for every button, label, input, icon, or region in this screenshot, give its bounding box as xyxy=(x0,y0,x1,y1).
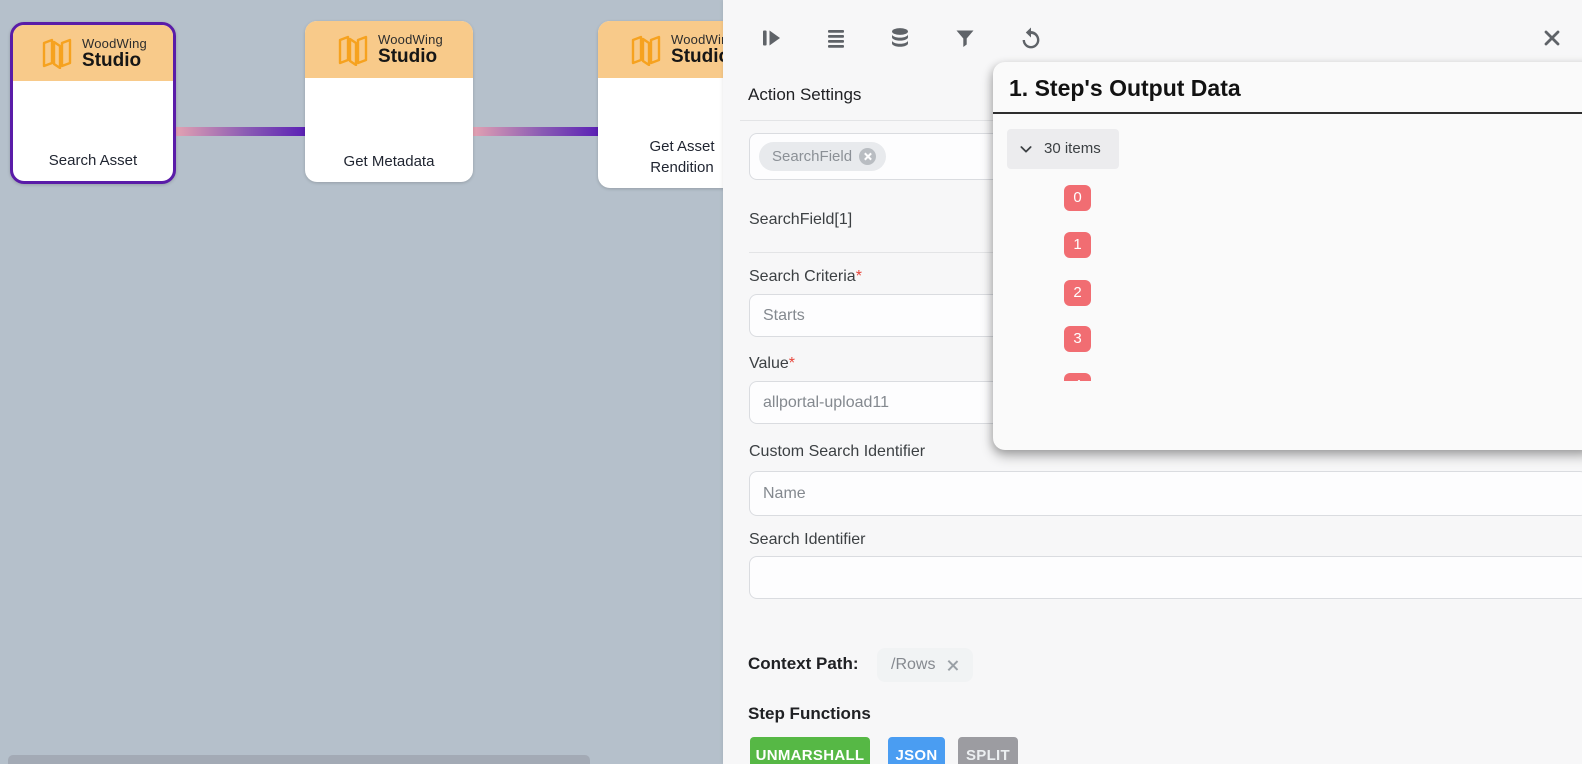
chip-label: SearchField xyxy=(772,148,852,165)
custom-search-identifier-label: Custom Search Identifier xyxy=(749,443,925,461)
item-index-badge: 4 xyxy=(1064,373,1091,381)
search-field-chip: SearchField xyxy=(759,142,886,171)
woodwing-logo-icon xyxy=(628,34,664,66)
brand-text: WoodWing Studio xyxy=(82,37,147,70)
context-path-label: Context Path: xyxy=(748,654,859,674)
workflow-canvas[interactable]: WoodWing Studio Search Asset WoodWing xyxy=(0,0,723,764)
item-index-badge[interactable]: 1 xyxy=(1064,232,1091,258)
brand-line2: Studio xyxy=(82,51,141,70)
search-field-group-label: SearchField[1] xyxy=(749,211,852,229)
brand-line1: WoodWing xyxy=(82,37,147,50)
search-identifier-label: Search Identifier xyxy=(749,531,866,549)
node-title: Search Asset xyxy=(13,150,173,171)
menu-icon[interactable] xyxy=(824,26,848,50)
filter-icon[interactable] xyxy=(953,26,977,50)
remove-chip-icon[interactable] xyxy=(859,148,876,165)
action-settings-heading: Action Settings xyxy=(748,85,861,105)
canvas-horizontal-scrollbar[interactable] xyxy=(8,755,590,764)
split-button[interactable]: SPLIT xyxy=(958,737,1018,764)
item-index-badge-clipped[interactable]: 4 xyxy=(1064,373,1091,381)
chevron-down-icon xyxy=(1018,141,1034,157)
custom-search-identifier-input[interactable] xyxy=(749,471,1582,516)
node-header: WoodWing Studio xyxy=(13,25,173,81)
undo-icon[interactable] xyxy=(1019,26,1043,50)
brand-line2: Studio xyxy=(378,47,437,66)
required-marker: * xyxy=(856,268,862,285)
item-index-badge[interactable]: 2 xyxy=(1064,280,1091,306)
items-count-label: 30 items xyxy=(1044,129,1101,169)
step-functions-heading: Step Functions xyxy=(748,704,871,724)
resume-icon[interactable] xyxy=(759,26,783,50)
search-criteria-label: Search Criteria* xyxy=(749,268,862,286)
items-collapse-toggle[interactable]: 30 items xyxy=(1007,129,1119,169)
item-index-badge[interactable]: 0 xyxy=(1064,185,1091,211)
brand-text: WoodWing Studio xyxy=(378,33,443,66)
item-index-badge[interactable]: 3 xyxy=(1064,326,1091,352)
woodwing-logo-icon xyxy=(335,34,371,66)
database-icon[interactable] xyxy=(888,26,912,50)
step-output-data-panel: 1. Step's Output Data 30 items 0 1 2 3 4 xyxy=(993,62,1582,450)
unmarshall-button[interactable]: UNMARSHALL xyxy=(750,737,870,764)
node-title: Get Metadata xyxy=(305,151,473,172)
node-header: WoodWing Studio xyxy=(305,21,473,78)
search-identifier-select[interactable] xyxy=(749,556,1582,599)
app-window: WoodWing Studio Search Asset WoodWing xyxy=(0,0,1582,764)
brand-line2: Studio xyxy=(671,47,730,66)
value-label: Value* xyxy=(749,355,795,373)
step-output-title: 1. Step's Output Data xyxy=(1009,75,1241,102)
close-icon[interactable] xyxy=(1541,27,1563,49)
divider xyxy=(993,112,1582,114)
context-path-value: /Rows xyxy=(891,656,935,674)
json-button[interactable]: JSON xyxy=(888,737,945,764)
node-search-asset[interactable]: WoodWing Studio Search Asset xyxy=(10,22,176,184)
context-path-chip: /Rows xyxy=(877,648,973,682)
woodwing-logo-icon xyxy=(39,37,75,69)
remove-context-path-icon[interactable] xyxy=(946,659,959,672)
edge-search-to-metadata xyxy=(176,127,305,136)
edge-metadata-to-rendition xyxy=(473,127,598,136)
required-marker: * xyxy=(789,355,795,372)
brand-line1: WoodWing xyxy=(378,33,443,46)
node-get-metadata[interactable]: WoodWing Studio Get Metadata xyxy=(305,21,473,182)
